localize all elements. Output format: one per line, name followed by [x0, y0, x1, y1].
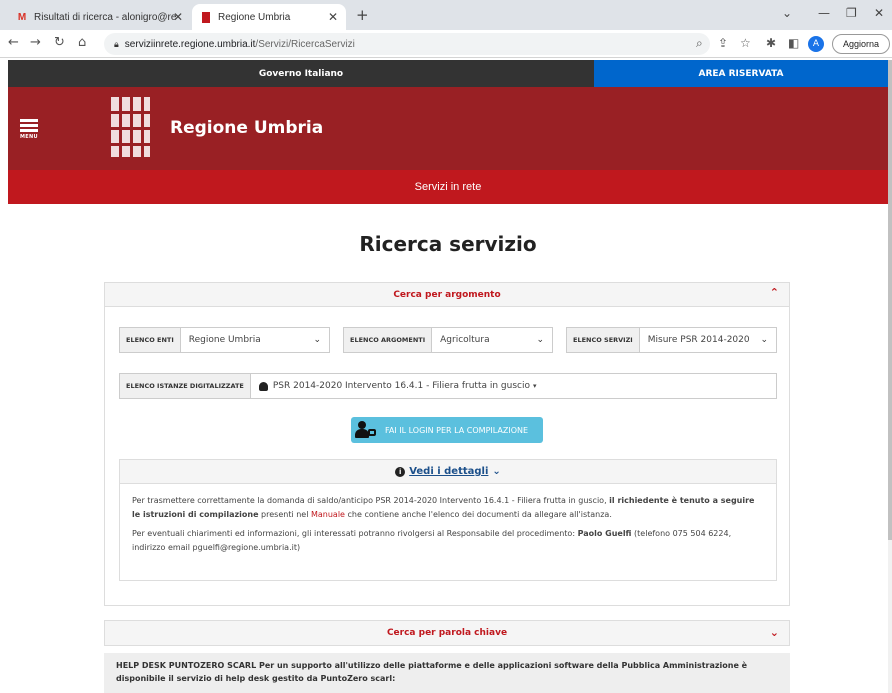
page-title: Ricerca servizio [359, 232, 537, 256]
regione-umbria-logo[interactable] [109, 97, 151, 157]
tab-regione-umbria[interactable]: Regione Umbria ✕ [192, 4, 346, 30]
details-toggle[interactable]: i Vedi i dettagli ⌄ [120, 460, 776, 484]
update-button[interactable]: Aggiorna [832, 34, 891, 54]
tab-search-icon[interactable]: ⌄ [782, 6, 792, 20]
browser-tab-bar: M Risultati di ricerca - alonigro@re ✕ R… [0, 0, 892, 30]
tab-label: Risultati di ricerca - alonigro@re [34, 11, 177, 23]
forward-icon[interactable]: → [30, 35, 41, 50]
contact-paragraph: Per eventuali chiarimenti ed informazion… [132, 527, 764, 554]
istanze-label: ELENCO ISTANZE DIGITALIZZATE [120, 374, 251, 398]
helpdesk-notice: HELP DESK PUNTOZERO SCARL Per un support… [104, 653, 790, 693]
tab-gmail[interactable]: M Risultati di ricerca - alonigro@re ✕ [8, 4, 191, 30]
istanze-text: PSR 2014-2020 Intervento 16.4.1 - Filier… [272, 381, 530, 391]
url-host: serviziinrete.regione.umbria.it [124, 38, 256, 50]
panel-title: Cerca per argomento [393, 289, 501, 300]
text: che contiene anche l'elenco dei document… [344, 509, 612, 519]
text-bold: Paolo Guelfi [577, 529, 632, 538]
servizi-label: ELENCO SERVIZI [567, 328, 640, 352]
istanze-select[interactable]: ELENCO ISTANZE DIGITALIZZATE PSR 2014-20… [119, 373, 777, 399]
url-field[interactable]: 🔒︎ serviziinrete.regione.umbria.it/Servi… [104, 33, 710, 55]
argomenti-value: Agricoltura [440, 335, 490, 345]
menu-label: MENU [20, 134, 38, 140]
lock-icon: 🔒︎ [114, 38, 119, 49]
extensions-icon[interactable]: ✱ [766, 36, 776, 50]
login-compile-button[interactable]: FAI IL LOGIN PER LA COMPILAZIONE [351, 417, 543, 443]
share-icon[interactable]: ⇪ [718, 36, 728, 50]
info-icon: i [395, 466, 406, 477]
government-bar: Governo Italiano AREA RISERVATA [8, 60, 888, 87]
reserved-area-link[interactable]: AREA RISERVATA [594, 60, 888, 87]
page-scrollbar[interactable] [888, 60, 892, 693]
text: presenti nel [258, 509, 311, 519]
chevron-down-icon: ⌄ [760, 335, 768, 345]
chevron-down-icon: ⌄ [492, 466, 501, 477]
chevron-up-icon[interactable]: ⌃ [770, 286, 779, 299]
site-header: MENU Regione Umbria [8, 87, 888, 170]
gmail-icon: M [17, 11, 27, 23]
minimize-icon[interactable]: — [818, 6, 830, 20]
enti-value: Regione Umbria [188, 335, 261, 345]
caret-down-icon: ▾ [532, 382, 537, 390]
zoom-icon[interactable]: ⌕ [696, 36, 703, 51]
services-bar[interactable]: Servizi in rete [8, 170, 888, 204]
reload-icon[interactable]: ↻ [54, 35, 65, 50]
chevron-down-icon: ⌄ [536, 335, 544, 345]
panel-title: Cerca per parola chiave [386, 628, 508, 638]
close-tab-icon[interactable]: ✕ [328, 10, 338, 24]
address-bar-row: ← → ↻ ⌂ 🔒︎ serviziinrete.regione.umbria.… [0, 30, 892, 58]
close-window-icon[interactable]: ✕ [874, 6, 884, 20]
tab-label: Regione Umbria [218, 11, 291, 23]
menu-button[interactable]: MENU [20, 119, 38, 140]
details-body: Per trasmettere correttamente la domanda… [120, 484, 776, 570]
search-by-keyword-header[interactable]: Cerca per parola chiave ⌄ [104, 620, 790, 646]
site-title[interactable]: Regione Umbria [170, 118, 323, 138]
enti-select[interactable]: ELENCO ENTI Regione Umbria ⌄ [119, 327, 330, 353]
istanze-value: PSR 2014-2020 Intervento 16.4.1 - Filier… [251, 381, 776, 391]
details-panel: i Vedi i dettagli ⌄ Per trasmettere corr… [119, 459, 777, 581]
servizi-value: Misure PSR 2014-2020 [647, 335, 750, 345]
instructions-paragraph: Per trasmettere correttamente la domanda… [132, 494, 764, 521]
scrollbar-thumb[interactable] [888, 60, 892, 540]
text: Per eventuali chiarimenti ed informazion… [132, 529, 578, 538]
login-button-label: FAI IL LOGIN PER LA COMPILAZIONE [385, 425, 529, 435]
url-path: /Servizi/RicercaServizi [255, 38, 355, 50]
user-login-icon [355, 421, 377, 439]
text: Per trasmettere correttamente la domanda… [132, 496, 610, 505]
chevron-down-icon[interactable]: ⌄ [770, 626, 779, 639]
home-icon[interactable]: ⌂ [78, 35, 86, 50]
update-label: Aggiorna [843, 39, 880, 49]
user-lock-icon [258, 381, 268, 391]
new-tab-icon[interactable]: + [356, 6, 369, 24]
side-panel-icon[interactable]: ◧ [788, 36, 799, 50]
gov-link[interactable]: Governo Italiano [8, 60, 594, 87]
regione-favicon [200, 11, 212, 23]
servizi-select[interactable]: ELENCO SERVIZI Misure PSR 2014-2020 ⌄ [566, 327, 777, 353]
restore-icon[interactable]: ❐ [846, 6, 857, 20]
manual-link[interactable]: Manuale [311, 510, 345, 519]
profile-avatar[interactable]: A [808, 36, 824, 52]
argomenti-label: ELENCO ARGOMENTI [344, 328, 433, 352]
chevron-down-icon: ⌄ [313, 335, 321, 345]
search-by-topic-panel: Cerca per argomento ⌃ ELENCO ENTI Region… [104, 282, 790, 606]
back-icon[interactable]: ← [8, 35, 19, 50]
close-tab-icon[interactable]: ✕ [173, 10, 183, 24]
argomenti-select[interactable]: ELENCO ARGOMENTI Agricoltura ⌄ [343, 327, 553, 353]
details-title: Vedi i dettagli [409, 466, 489, 477]
enti-label: ELENCO ENTI [120, 328, 181, 352]
bookmark-star-icon[interactable]: ☆ [740, 36, 751, 50]
search-by-topic-header[interactable]: Cerca per argomento ⌃ [105, 283, 789, 307]
